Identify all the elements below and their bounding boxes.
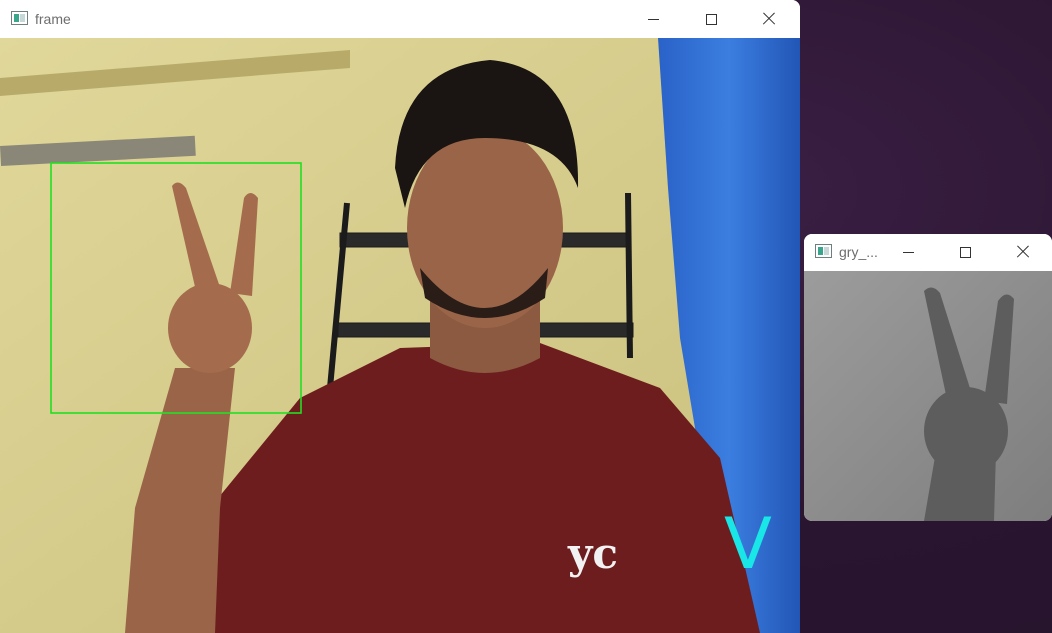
window-title: gry_... (839, 244, 878, 260)
minimize-icon (902, 251, 914, 253)
camera-feed: yc V (0, 38, 800, 633)
close-icon (762, 12, 776, 26)
close-icon (1016, 245, 1030, 259)
maximize-icon (959, 246, 971, 258)
window-title: frame (35, 11, 71, 27)
minimize-button[interactable] (624, 0, 682, 38)
maximize-icon (705, 13, 717, 25)
gray-titlebar[interactable]: gry_... (804, 234, 1052, 270)
camera-feed-image: yc V (0, 38, 800, 633)
maximize-button[interactable] (936, 234, 994, 270)
frame-titlebar[interactable]: frame (0, 0, 800, 38)
predicted-letter: V (724, 503, 772, 585)
opencv-window-icon (11, 11, 28, 25)
minimize-icon (647, 18, 659, 20)
close-button[interactable] (740, 0, 798, 38)
grayscale-feed (804, 271, 1052, 521)
gray-window[interactable]: gry_... (804, 234, 1052, 521)
frame-window[interactable]: frame yc V (0, 0, 800, 633)
shirt-logo: yc (567, 529, 618, 578)
close-button[interactable] (994, 234, 1052, 270)
maximize-button[interactable] (682, 0, 740, 38)
opencv-window-icon (815, 244, 832, 258)
minimize-button[interactable] (879, 234, 937, 270)
grayscale-hand-image (804, 271, 1052, 521)
